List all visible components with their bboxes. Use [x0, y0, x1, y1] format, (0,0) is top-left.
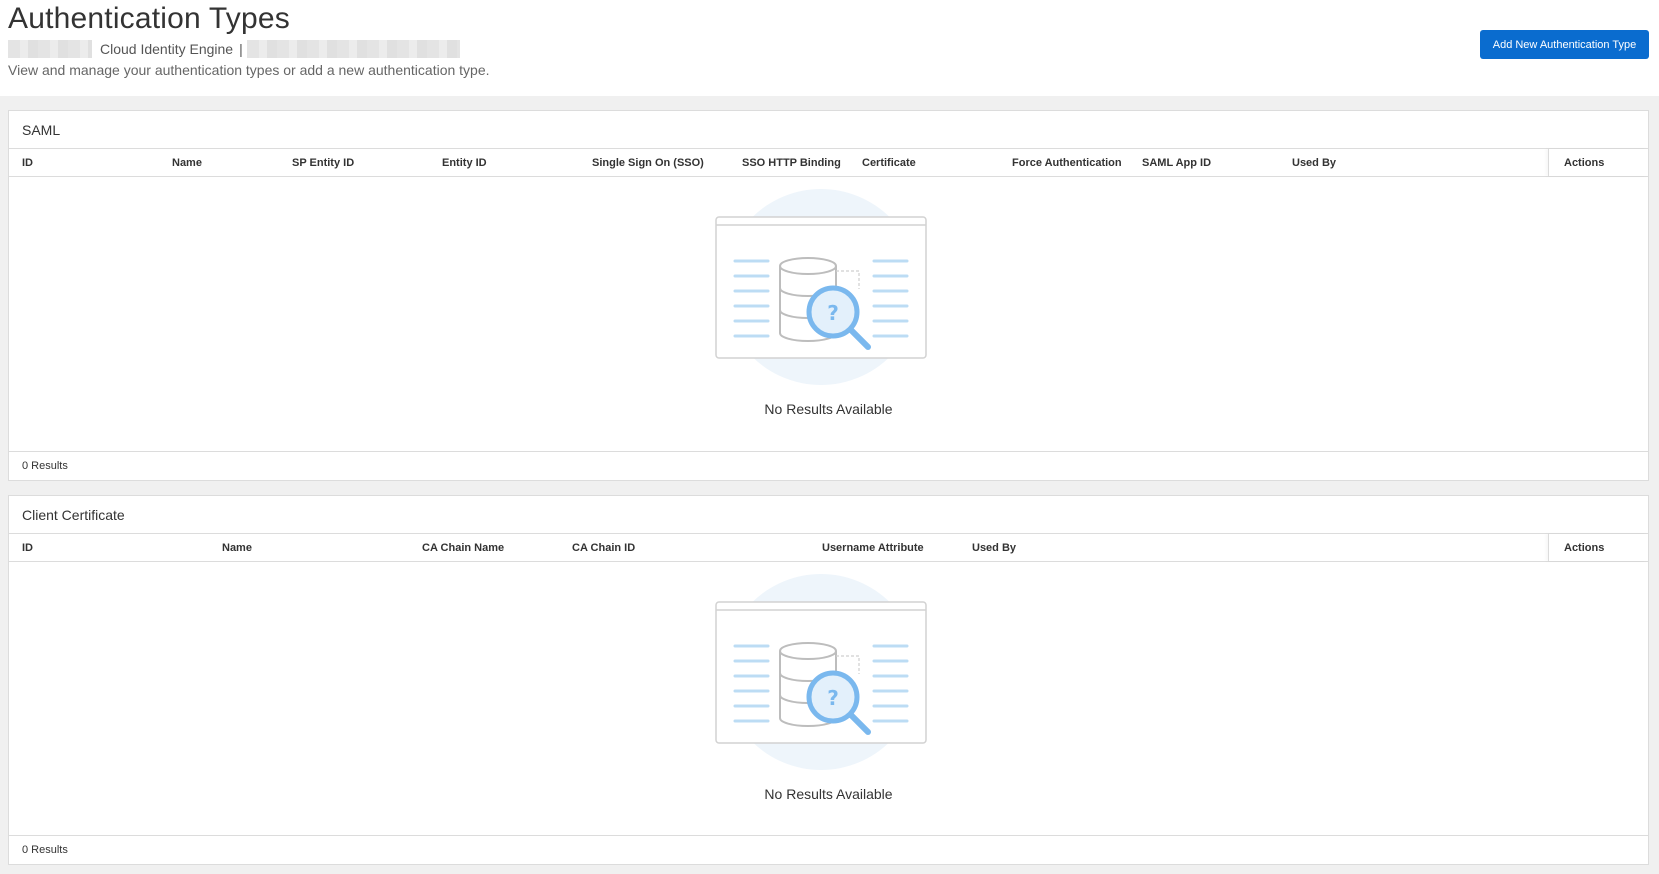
- column-header-sso[interactable]: Single Sign On (SSO): [592, 149, 704, 177]
- redacted-tenant-name: [8, 40, 92, 58]
- svg-text:?: ?: [827, 301, 839, 325]
- client-certificate-results-count: 0 Results: [9, 835, 1648, 864]
- column-header-actions: Actions: [1548, 534, 1648, 561]
- column-header-name[interactable]: Name: [222, 534, 252, 562]
- add-authentication-type-button[interactable]: Add New Authentication Type: [1480, 30, 1649, 59]
- svg-text:?: ?: [827, 686, 839, 710]
- saml-panel: SAML ID Name SP Entity ID Entity ID Sing…: [8, 110, 1649, 481]
- column-header-name[interactable]: Name: [172, 149, 202, 177]
- client-certificate-table-header: ID Name CA Chain Name CA Chain ID Userna…: [9, 534, 1648, 562]
- page-subtitle: View and manage your authentication type…: [8, 62, 490, 78]
- client-certificate-panel-title: Client Certificate: [9, 496, 1648, 534]
- column-header-username-attribute[interactable]: Username Attribute: [822, 534, 924, 562]
- saml-empty-state: ? No Results Available: [9, 177, 1648, 449]
- saml-table-header: ID Name SP Entity ID Entity ID Single Si…: [9, 149, 1648, 177]
- column-header-sso-http-binding[interactable]: SSO HTTP Binding: [742, 149, 841, 177]
- column-header-id[interactable]: ID: [22, 534, 33, 562]
- column-header-used-by[interactable]: Used By: [1292, 149, 1336, 177]
- client-certificate-empty-state: ? No Results Available: [9, 562, 1648, 834]
- database-search-icon: ?: [715, 189, 927, 385]
- column-header-force-authentication[interactable]: Force Authentication: [1012, 149, 1122, 177]
- column-header-ca-chain-name[interactable]: CA Chain Name: [422, 534, 504, 562]
- column-header-sp-entity-id[interactable]: SP Entity ID: [292, 149, 354, 177]
- client-certificate-empty-message: No Results Available: [764, 786, 893, 802]
- column-header-entity-id[interactable]: Entity ID: [442, 149, 487, 177]
- page-header: Authentication Types Cloud Identity Engi…: [0, 0, 1659, 96]
- column-header-saml-app-id[interactable]: SAML App ID: [1142, 149, 1211, 177]
- database-search-icon: ?: [715, 574, 927, 770]
- saml-panel-title: SAML: [9, 111, 1648, 149]
- column-header-id[interactable]: ID: [22, 149, 33, 177]
- column-header-ca-chain-id[interactable]: CA Chain ID: [572, 534, 635, 562]
- client-certificate-panel: Client Certificate ID Name CA Chain Name…: [8, 495, 1649, 865]
- tenant-info: Cloud Identity Engine |: [8, 40, 460, 58]
- column-header-used-by[interactable]: Used By: [972, 534, 1016, 562]
- column-header-actions: Actions: [1548, 149, 1648, 176]
- saml-empty-message: No Results Available: [764, 401, 893, 417]
- tenant-separator: |: [239, 41, 243, 57]
- redacted-tenant-id: [246, 40, 460, 58]
- saml-results-count: 0 Results: [9, 451, 1648, 480]
- column-header-certificate[interactable]: Certificate: [862, 149, 916, 177]
- page-title: Authentication Types: [8, 2, 290, 35]
- tenant-product: Cloud Identity Engine: [100, 41, 234, 57]
